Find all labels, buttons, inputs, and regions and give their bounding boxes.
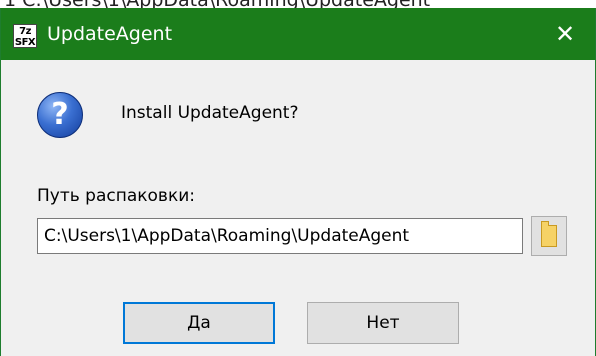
title-bar[interactable]: 7z SFX UpdateAgent ✕: [1, 8, 595, 60]
dialog-body: ? Install UpdateAgent? Путь распаковки: …: [1, 60, 595, 356]
close-icon: ✕: [554, 20, 576, 48]
folder-icon: [541, 221, 557, 247]
7zip-sfx-icon: 7z SFX: [13, 24, 37, 48]
extract-path-input[interactable]: [37, 218, 523, 254]
no-button[interactable]: Нет: [307, 302, 459, 344]
prompt-message: Install UpdateAgent?: [121, 103, 299, 123]
yes-button[interactable]: Да: [123, 302, 275, 344]
window-title: UpdateAgent: [47, 23, 173, 45]
question-icon: ?: [37, 92, 83, 138]
close-button[interactable]: ✕: [545, 16, 585, 52]
extract-path-label: Путь распаковки:: [37, 186, 195, 206]
dialog-window: 7z SFX UpdateAgent ✕ ? Install UpdateAge…: [0, 8, 596, 356]
browse-folder-button[interactable]: [531, 216, 567, 256]
